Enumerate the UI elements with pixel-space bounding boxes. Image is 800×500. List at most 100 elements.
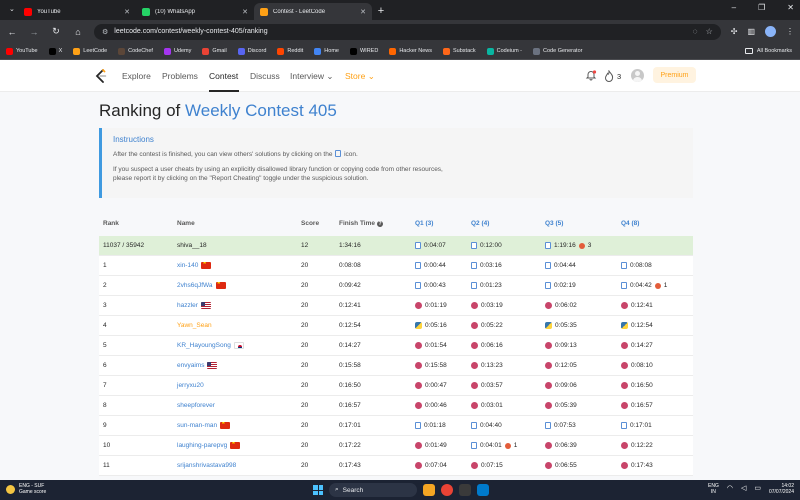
sidepanel-icon[interactable]: ▥	[747, 27, 755, 36]
question-3-cell[interactable]: 1:19:16 3	[545, 242, 591, 249]
bookmark-item[interactable]: Udemy	[163, 47, 191, 55]
home-icon[interactable]: ⌂	[72, 27, 84, 37]
solution-file-icon[interactable]	[471, 262, 477, 269]
cpp-language-icon[interactable]	[545, 402, 552, 409]
python-language-icon[interactable]	[415, 322, 422, 329]
solution-file-icon[interactable]	[471, 282, 477, 289]
cpp-language-icon[interactable]	[471, 302, 478, 309]
extensions-icon[interactable]: ✣	[731, 27, 738, 36]
nav-explore[interactable]: Explore	[122, 71, 151, 81]
question-2-cell[interactable]: 0:04:01 1	[471, 442, 517, 449]
app-icon[interactable]	[459, 484, 471, 496]
cpp-language-icon[interactable]	[545, 342, 552, 349]
wifi-icon[interactable]: ◠	[727, 485, 733, 492]
premium-button[interactable]: Premium	[653, 67, 696, 83]
nav-discuss[interactable]: Discuss	[250, 71, 280, 81]
question-4-cell[interactable]: 0:12:41	[621, 302, 653, 309]
browser-tab[interactable]: (10) WhatsApp ✕	[136, 3, 254, 20]
question-2-cell[interactable]: 0:05:22	[471, 322, 503, 329]
solution-file-icon[interactable]	[415, 242, 421, 249]
bookmark-item[interactable]: Gmail	[202, 47, 227, 55]
cpp-language-icon[interactable]	[621, 302, 628, 309]
battery-icon[interactable]: ▭	[754, 485, 761, 492]
participant-name[interactable]: srijanshrivastava998	[177, 462, 236, 469]
python-language-icon[interactable]	[545, 322, 552, 329]
cpp-language-icon[interactable]	[415, 342, 422, 349]
bell-icon[interactable]	[585, 69, 597, 81]
bookmark-item[interactable]: Code Generator	[533, 47, 582, 55]
volume-icon[interactable]: ◁	[741, 485, 746, 492]
col-q4[interactable]: Q4 (8)	[621, 220, 639, 227]
all-bookmarks[interactable]: All Bookmarks	[744, 48, 792, 54]
cpp-language-icon[interactable]	[471, 322, 478, 329]
python-language-icon[interactable]	[621, 322, 628, 329]
participant-name[interactable]: jerryxu20	[177, 382, 204, 389]
browser-tab[interactable]: Contest - LeetCode ✕	[254, 3, 372, 20]
question-1-cell[interactable]: 0:00:44	[415, 262, 446, 269]
col-q3[interactable]: Q3 (5)	[545, 220, 563, 227]
bookmark-item[interactable]: CodeChef	[118, 47, 153, 55]
question-4-cell[interactable]: 0:08:10	[621, 362, 653, 369]
bookmark-item[interactable]: Reddit	[277, 47, 303, 55]
solution-file-icon[interactable]	[545, 242, 551, 249]
solution-file-icon[interactable]	[621, 282, 627, 289]
bookmark-item[interactable]: Home	[314, 47, 339, 55]
bookmark-item[interactable]: YouTube	[6, 47, 38, 55]
tab-search-icon[interactable]: ⌄	[9, 5, 15, 13]
new-tab-icon[interactable]: +	[372, 3, 390, 20]
participant-name[interactable]: sheepforever	[177, 402, 215, 409]
cpp-language-icon[interactable]	[415, 382, 422, 389]
question-2-cell[interactable]: 0:13:23	[471, 362, 503, 369]
question-2-cell[interactable]: 0:03:19	[471, 302, 503, 309]
solution-file-icon[interactable]	[471, 422, 477, 429]
cpp-language-icon[interactable]	[621, 382, 628, 389]
question-3-cell[interactable]: 0:04:44	[545, 262, 576, 269]
bookmark-item[interactable]: X	[48, 47, 62, 55]
question-3-cell[interactable]: 0:12:05	[545, 362, 577, 369]
question-3-cell[interactable]: 0:06:39	[545, 442, 577, 449]
question-1-cell[interactable]: 0:00:46	[415, 402, 447, 409]
solution-file-icon[interactable]	[545, 262, 551, 269]
bookmark-item[interactable]: Discord	[237, 47, 266, 55]
bookmark-item[interactable]: WIRED	[349, 47, 378, 55]
reload-icon[interactable]: ↻	[50, 26, 62, 37]
question-2-cell[interactable]: 0:03:01	[471, 402, 503, 409]
file-explorer-icon[interactable]	[423, 484, 435, 496]
question-3-cell[interactable]: 0:06:55	[545, 462, 577, 469]
question-4-cell[interactable]: 0:17:01	[621, 422, 652, 429]
question-1-cell[interactable]: 0:00:47	[415, 382, 447, 389]
bookmark-star-icon[interactable]: ☆	[706, 27, 713, 36]
question-1-cell[interactable]: 0:15:58	[415, 362, 447, 369]
cpp-language-icon[interactable]	[545, 462, 552, 469]
cpp-language-icon[interactable]	[545, 442, 552, 449]
nav-problems[interactable]: Problems	[162, 71, 198, 81]
question-4-cell[interactable]: 0:16:50	[621, 382, 653, 389]
solution-file-icon[interactable]	[545, 422, 551, 429]
question-2-cell[interactable]: 0:04:40	[471, 422, 502, 429]
cpp-language-icon[interactable]	[471, 342, 478, 349]
back-icon[interactable]: ←	[6, 27, 18, 37]
question-1-cell[interactable]: 0:01:18	[415, 422, 446, 429]
question-3-cell[interactable]: 0:06:02	[545, 302, 577, 309]
solution-file-icon[interactable]	[545, 282, 551, 289]
solution-file-icon[interactable]	[415, 262, 421, 269]
taskbar-widget[interactable]: ENG - SUF Game score	[6, 483, 46, 495]
cpp-language-icon[interactable]	[621, 342, 628, 349]
nav-store[interactable]: Store ⌄	[345, 71, 375, 82]
help-icon[interactable]: ?	[377, 221, 383, 227]
question-1-cell[interactable]: 0:00:43	[415, 282, 446, 289]
solution-file-icon[interactable]	[471, 242, 477, 249]
question-4-cell[interactable]: 0:14:27	[621, 342, 653, 349]
cpp-language-icon[interactable]	[545, 302, 552, 309]
solution-file-icon[interactable]	[621, 262, 627, 269]
solution-file-icon[interactable]	[621, 422, 627, 429]
close-window-icon[interactable]: ✕	[787, 3, 794, 12]
question-4-cell[interactable]: 0:17:43	[621, 462, 653, 469]
solution-file-icon[interactable]	[471, 442, 477, 449]
participant-name[interactable]: Yawn_Sean	[177, 322, 212, 329]
question-1-cell[interactable]: 0:05:16	[415, 322, 447, 329]
participant-name[interactable]: laughing-parepvg	[177, 442, 241, 449]
question-2-cell[interactable]: 0:03:57	[471, 382, 503, 389]
bookmark-item[interactable]: Hacker News	[389, 47, 432, 55]
contest-name-link[interactable]: Weekly Contest 405	[185, 101, 337, 120]
